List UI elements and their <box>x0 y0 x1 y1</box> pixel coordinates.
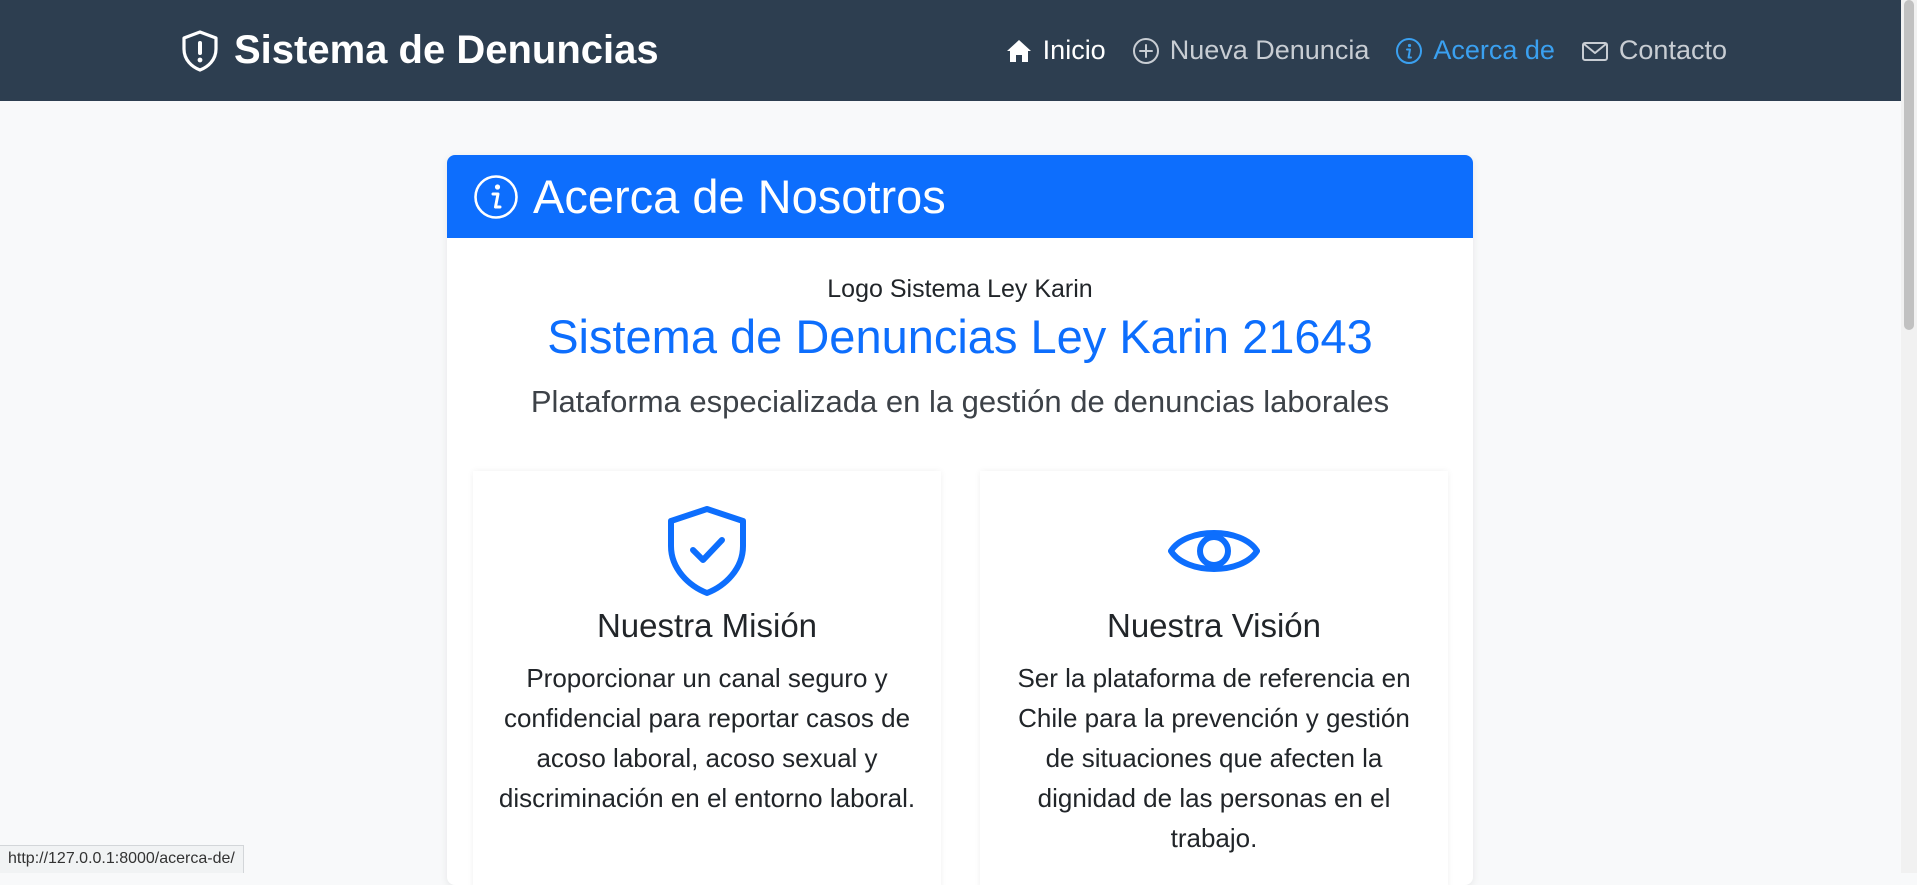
card-header-title: Acerca de Nosotros <box>533 169 946 224</box>
nav-item-nueva-denuncia[interactable]: Nueva Denuncia <box>1132 35 1370 66</box>
about-card: Acerca de Nosotros Logo Sistema Ley Kari… <box>447 155 1473 885</box>
nav-menu: Inicio Nueva Denuncia Acerca de Contacto <box>1005 0 1727 101</box>
brand-name: Sistema de Denuncias <box>234 28 659 73</box>
mission-text: Proporcionar un canal seguro y confidenc… <box>497 658 917 818</box>
nav-item-label: Nueva Denuncia <box>1170 35 1370 66</box>
plus-circle-icon <box>1132 37 1160 65</box>
page-scrollbar[interactable] <box>1901 0 1917 873</box>
vision-card: Nuestra Visión Ser la plataforma de refe… <box>980 471 1448 885</box>
card-header: Acerca de Nosotros <box>447 155 1473 238</box>
nav-item-inicio[interactable]: Inicio <box>1005 35 1106 66</box>
house-icon <box>1005 37 1033 65</box>
nav-item-label: Contacto <box>1619 35 1727 66</box>
status-bar-url: http://127.0.0.1:8000/acerca-de/ <box>0 845 244 873</box>
info-circle-icon <box>1395 37 1423 65</box>
logo-image-alt: Logo Sistema Ley Karin <box>447 275 1473 304</box>
eye-icon <box>1168 504 1260 598</box>
top-navbar: Sistema de Denuncias Inicio Nueva Denunc… <box>0 0 1917 101</box>
info-circle-icon <box>473 174 519 220</box>
nav-item-label: Inicio <box>1043 35 1106 66</box>
envelope-icon <box>1581 37 1609 65</box>
nav-item-label: Acerca de <box>1433 35 1555 66</box>
mission-card: Nuestra Misión Proporcionar un canal seg… <box>473 471 941 885</box>
shield-check-icon <box>661 504 753 598</box>
vision-text: Ser la plataforma de referencia en Chile… <box>1004 658 1424 858</box>
shield-exclamation-icon <box>180 29 220 73</box>
scrollbar-thumb[interactable] <box>1904 0 1914 330</box>
vision-title: Nuestra Visión <box>980 607 1448 645</box>
page-subtitle: Plataforma especializada en la gestión d… <box>447 384 1473 420</box>
nav-item-contacto[interactable]: Contacto <box>1581 35 1727 66</box>
mission-title: Nuestra Misión <box>473 607 941 645</box>
nav-item-acerca-de[interactable]: Acerca de <box>1395 35 1555 66</box>
brand-link[interactable]: Sistema de Denuncias <box>180 0 659 101</box>
page-title: Sistema de Denuncias Ley Karin 21643 <box>447 309 1473 364</box>
